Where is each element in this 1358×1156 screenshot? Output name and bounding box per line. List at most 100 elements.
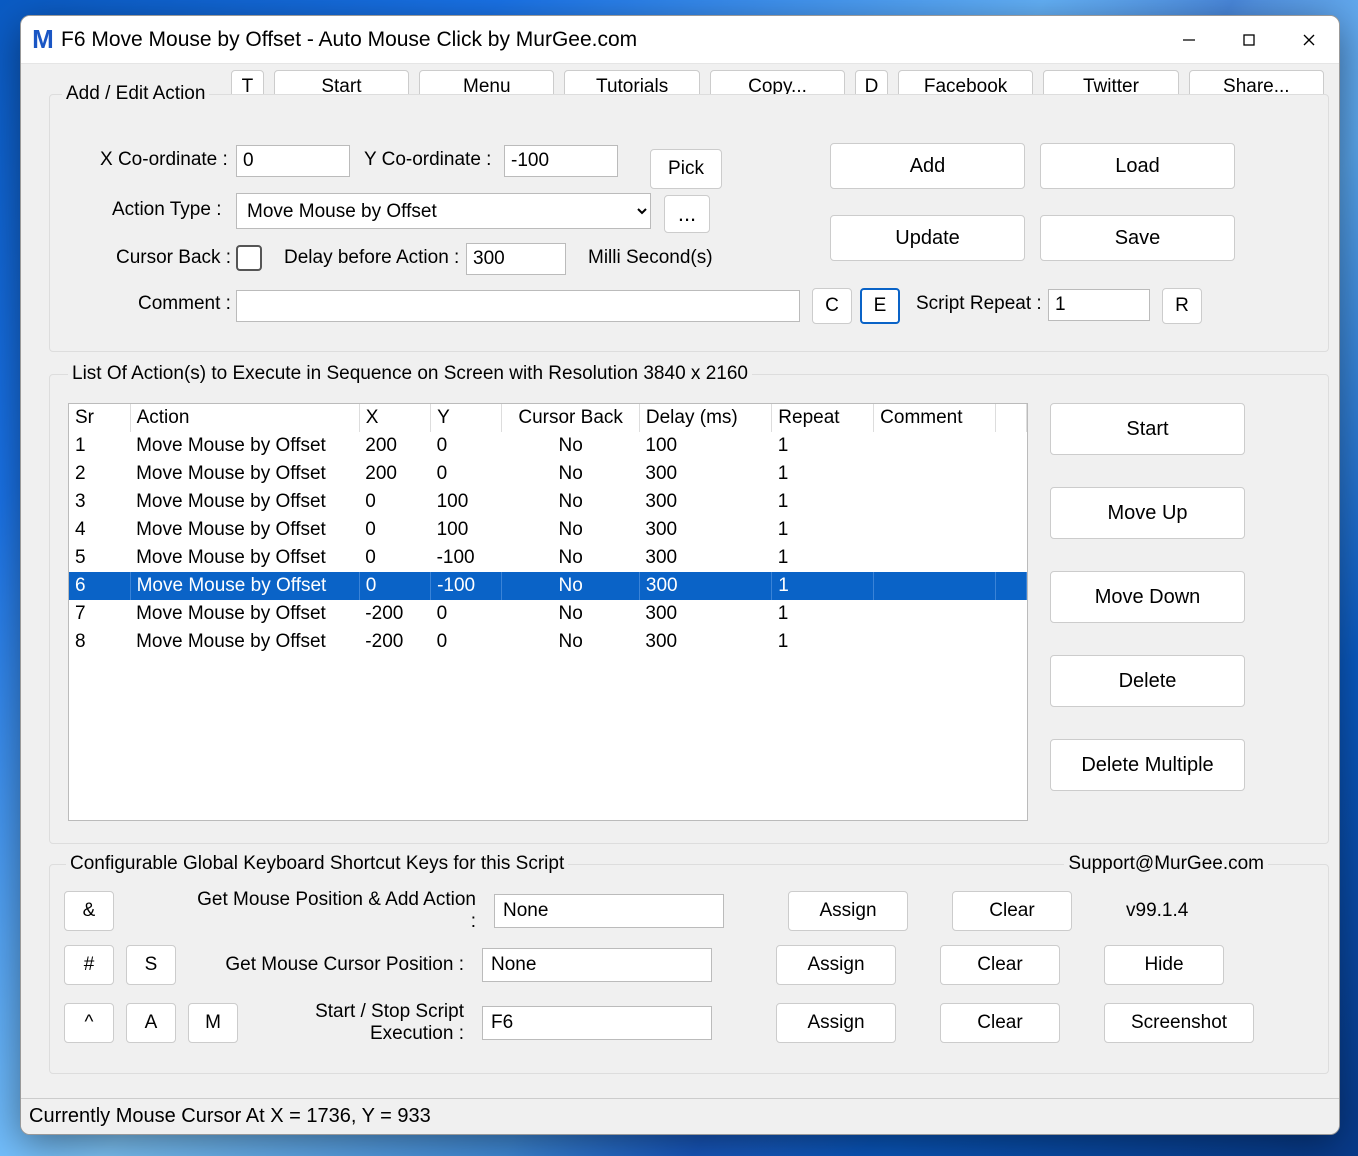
table-row[interactable]: 6Move Mouse by Offset0-100No3001: [69, 572, 1027, 600]
close-button[interactable]: [1279, 16, 1339, 64]
cell-action: Move Mouse by Offset: [130, 516, 359, 544]
cell-x: 0: [359, 488, 430, 516]
cell-repeat: 1: [772, 544, 874, 572]
delete-button[interactable]: Delete: [1050, 655, 1245, 707]
comment-input[interactable]: [236, 290, 800, 322]
x-input[interactable]: [236, 145, 350, 177]
table-row[interactable]: 5Move Mouse by Offset0-100No3001: [69, 544, 1027, 572]
row1-input[interactable]: [494, 894, 724, 928]
header-action[interactable]: Action: [130, 404, 359, 432]
header-x[interactable]: X: [359, 404, 430, 432]
window-title: F6 Move Mouse by Offset - Auto Mouse Cli…: [61, 28, 637, 52]
row1-assign-button[interactable]: Assign: [788, 891, 908, 931]
app-logo-icon: M: [29, 26, 57, 54]
cell-y: 0: [431, 432, 502, 460]
start-button[interactable]: Start: [1050, 403, 1245, 455]
action-type-label: Action Type :: [112, 199, 222, 221]
cursor-back-label: Cursor Back :: [116, 247, 231, 269]
s-button[interactable]: S: [126, 945, 176, 985]
row3-clear-button[interactable]: Clear: [940, 1003, 1060, 1043]
cell-action: Move Mouse by Offset: [130, 600, 359, 628]
e-button[interactable]: E: [860, 288, 900, 324]
cell-repeat: 1: [772, 488, 874, 516]
save-button[interactable]: Save: [1040, 215, 1235, 261]
table-header-row: Sr Action X Y Cursor Back Delay (ms) Rep…: [69, 404, 1027, 432]
add-edit-legend: Add / Edit Action: [62, 83, 209, 105]
header-repeat[interactable]: Repeat: [772, 404, 874, 432]
script-repeat-input[interactable]: [1048, 289, 1150, 321]
y-label: Y Co-ordinate :: [364, 149, 491, 171]
cell-sr: 1: [69, 432, 130, 460]
delay-input[interactable]: [466, 243, 566, 275]
cell-comment: [874, 460, 996, 488]
cell-sr: 2: [69, 460, 130, 488]
delete-multiple-button[interactable]: Delete Multiple: [1050, 739, 1245, 791]
row1-clear-button[interactable]: Clear: [952, 891, 1072, 931]
cell-action: Move Mouse by Offset: [130, 460, 359, 488]
cell-cb: No: [502, 628, 640, 656]
row2-input[interactable]: [482, 948, 712, 982]
cell-x: 200: [359, 460, 430, 488]
c-button[interactable]: C: [812, 288, 852, 324]
cell-action: Move Mouse by Offset: [130, 544, 359, 572]
header-y[interactable]: Y: [431, 404, 502, 432]
x-label: X Co-ordinate :: [100, 149, 228, 171]
hide-button[interactable]: Hide: [1104, 945, 1224, 985]
r-button[interactable]: R: [1162, 288, 1202, 324]
table-row[interactable]: 1Move Mouse by Offset2000No1001: [69, 432, 1027, 460]
table-row[interactable]: 8Move Mouse by Offset-2000No3001: [69, 628, 1027, 656]
header-delay[interactable]: Delay (ms): [639, 404, 771, 432]
table-row[interactable]: 4Move Mouse by Offset0100No3001: [69, 516, 1027, 544]
cell-y: 0: [431, 600, 502, 628]
amp-button[interactable]: &: [64, 891, 114, 931]
cell-sr: 3: [69, 488, 130, 516]
action-list-legend: List Of Action(s) to Execute in Sequence…: [68, 363, 752, 385]
cell-delay: 300: [639, 572, 771, 600]
pick-button[interactable]: Pick: [650, 149, 722, 189]
cell-action: Move Mouse by Offset: [130, 432, 359, 460]
maximize-button[interactable]: [1219, 16, 1279, 64]
add-edit-group: Add / Edit Action X Co-ordinate : Y Co-o…: [49, 94, 1329, 352]
header-sr[interactable]: Sr: [69, 404, 130, 432]
cursor-back-checkbox[interactable]: [236, 245, 262, 271]
update-button[interactable]: Update: [830, 215, 1025, 261]
row2-assign-button[interactable]: Assign: [776, 945, 896, 985]
action-type-more-button[interactable]: ...: [664, 195, 710, 233]
cell-comment: [874, 432, 996, 460]
version-label: v99.1.4: [1126, 900, 1188, 922]
hash-button[interactable]: #: [64, 945, 114, 985]
cell-comment: [874, 628, 996, 656]
move-up-button[interactable]: Move Up: [1050, 487, 1245, 539]
support-link[interactable]: Support@MurGee.com: [1064, 853, 1268, 875]
table-row[interactable]: 7Move Mouse by Offset-2000No3001: [69, 600, 1027, 628]
cell-repeat: 1: [772, 432, 874, 460]
move-down-button[interactable]: Move Down: [1050, 571, 1245, 623]
shortcut-legend: Configurable Global Keyboard Shortcut Ke…: [66, 853, 568, 875]
cell-action: Move Mouse by Offset: [130, 488, 359, 516]
comment-label: Comment :: [138, 293, 231, 315]
action-type-select[interactable]: Move Mouse by Offset: [236, 193, 651, 229]
a-button[interactable]: A: [126, 1003, 176, 1043]
minimize-button[interactable]: [1159, 16, 1219, 64]
title-bar[interactable]: M F6 Move Mouse by Offset - Auto Mouse C…: [21, 16, 1339, 64]
cell-cb: No: [502, 600, 640, 628]
screenshot-button[interactable]: Screenshot: [1104, 1003, 1254, 1043]
row3-assign-button[interactable]: Assign: [776, 1003, 896, 1043]
table-row[interactable]: 3Move Mouse by Offset0100No3001: [69, 488, 1027, 516]
table-row[interactable]: 2Move Mouse by Offset2000No3001: [69, 460, 1027, 488]
cell-delay: 300: [639, 544, 771, 572]
cell-sr: 8: [69, 628, 130, 656]
header-comment[interactable]: Comment: [874, 404, 996, 432]
shortcut-group: Configurable Global Keyboard Shortcut Ke…: [49, 864, 1329, 1074]
m-button[interactable]: M: [188, 1003, 238, 1043]
header-cursor-back[interactable]: Cursor Back: [502, 404, 640, 432]
row3-input[interactable]: [482, 1006, 712, 1040]
add-button[interactable]: Add: [830, 143, 1025, 189]
cell-x: -200: [359, 628, 430, 656]
load-button[interactable]: Load: [1040, 143, 1235, 189]
action-table[interactable]: Sr Action X Y Cursor Back Delay (ms) Rep…: [68, 403, 1028, 821]
caret-button[interactable]: ^: [64, 1003, 114, 1043]
row2-clear-button[interactable]: Clear: [940, 945, 1060, 985]
y-input[interactable]: [504, 145, 618, 177]
cell-sr: 5: [69, 544, 130, 572]
